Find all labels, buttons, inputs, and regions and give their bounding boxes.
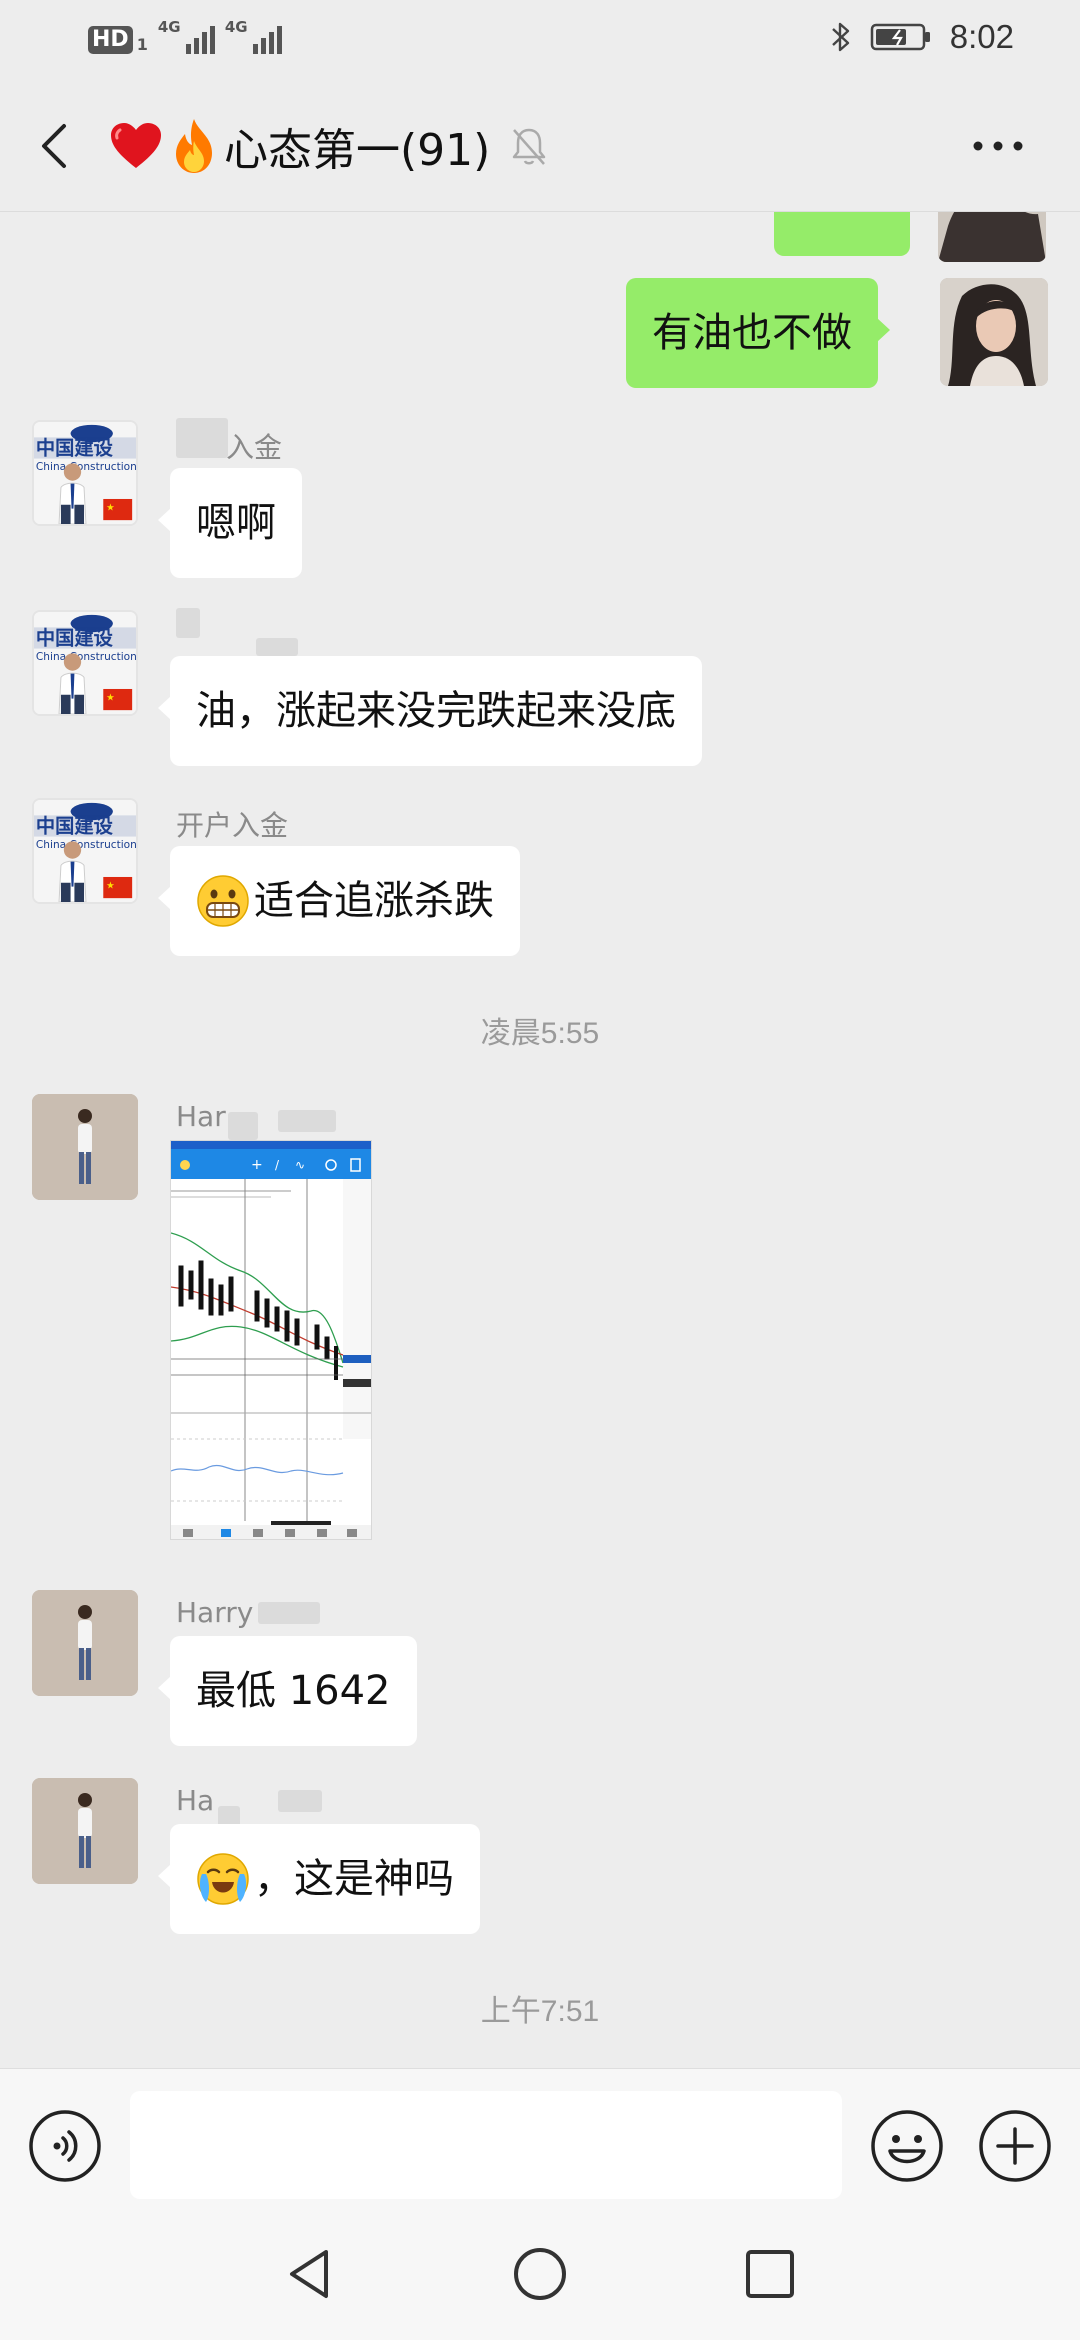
message-list[interactable]: 有油也不做 中国建设 China Construction ★ 入金 嗯啊 中国… [0, 212, 1080, 2068]
hd-sim-index: 1 [136, 35, 148, 54]
status-bar: HD 1 4G 4G 8:02 [0, 0, 1080, 78]
bell-off-icon [512, 128, 546, 165]
avatar-bank-user[interactable]: 中国建设 China Construction ★ [32, 610, 138, 716]
message-text: 嗯啊 [196, 500, 276, 546]
grimacing-face-icon [197, 875, 249, 927]
hd-badge: HD [88, 26, 133, 54]
battery-charging-icon [870, 23, 930, 51]
svg-text:China Construction: China Construction [36, 651, 136, 663]
network-type-label: 4G [157, 18, 181, 36]
message-bubble-in[interactable]: 油，涨起来没完跌起来没底 [158, 656, 702, 766]
message-input[interactable] [130, 2091, 842, 2199]
sender-name: Harry [176, 1596, 254, 1629]
trading-chart-screenshot: + / ∿ [171, 1141, 371, 1539]
svg-text:中国建设: 中国建设 [36, 815, 114, 838]
chat-input-bar [0, 2068, 1080, 2204]
status-time: 8:02 [949, 18, 1014, 55]
system-nav-bar [0, 2204, 1080, 2340]
signal-icon-2: 4G [224, 18, 282, 54]
nav-recent-icon[interactable] [740, 2244, 800, 2304]
message-text: 适合追涨杀跌 [254, 878, 494, 924]
fire-icon [176, 119, 212, 173]
message-text: 油，涨起来没完跌起来没底 [196, 688, 676, 734]
red-heart-icon [111, 123, 161, 168]
svg-text:+: + [251, 1157, 263, 1173]
bluetooth-icon [831, 22, 849, 52]
message-bubble-in[interactable]: ，这是神吗 [158, 1824, 480, 1934]
status-right: 8:02 [830, 18, 1014, 56]
nav-home-icon[interactable] [510, 2244, 570, 2304]
chat-title: 心态第一(91) [108, 114, 490, 178]
redacted-name-patch [176, 608, 200, 638]
time-separator: 凌晨5:55 [480, 1017, 600, 1050]
avatar-self-partial[interactable] [938, 212, 1046, 262]
redacted-name-patch [176, 418, 228, 458]
redacted-name-patch [258, 1602, 320, 1624]
loudly-crying-face-icon [197, 1853, 249, 1905]
svg-text:中国建设: 中国建设 [36, 437, 114, 460]
image-message-trading-chart[interactable]: + / ∿ [170, 1140, 372, 1540]
more-dots-icon[interactable] [968, 134, 1028, 158]
nav-back-icon[interactable] [280, 2244, 340, 2304]
avatar-photo [32, 1778, 138, 1884]
redacted-name-patch [256, 638, 298, 656]
chat-title-text: 心态第一(91) [224, 125, 491, 176]
message-bubble-out-partial[interactable] [774, 212, 910, 256]
emoji-face-icon[interactable] [870, 2109, 944, 2183]
message-bubble-out[interactable]: 有油也不做 [626, 278, 890, 388]
svg-text:China Construction: China Construction [36, 461, 136, 473]
message-bubble-in[interactable]: 嗯啊 [158, 468, 302, 578]
message-bubble-in[interactable]: 适合追涨杀跌 [158, 846, 520, 956]
avatar-bank-user[interactable]: 中国建设 China Construction ★ [32, 798, 138, 904]
network-type-label-2: 4G [224, 18, 248, 36]
plus-circle-icon[interactable] [978, 2109, 1052, 2183]
svg-text:China Construction: China Construction [36, 839, 136, 851]
sender-name: 入金 [226, 431, 283, 464]
svg-text:★: ★ [106, 693, 115, 704]
message-text: 有油也不做 [652, 310, 852, 356]
chat-header: 心态第一(91) [0, 78, 1080, 212]
time-separator: 上午7:51 [480, 1995, 600, 2028]
redacted-name-patch [278, 1790, 322, 1812]
avatar-self[interactable] [940, 278, 1048, 386]
voice-icon[interactable] [28, 2109, 102, 2183]
avatar-photo [32, 1590, 138, 1696]
chevron-left-icon[interactable] [30, 116, 80, 176]
message-text: 最低 1642 [196, 1668, 391, 1714]
avatar-photo [32, 1094, 138, 1200]
svg-text:∿: ∿ [295, 1158, 305, 1172]
avatar-photo: 中国建设 China Construction ★ [34, 612, 136, 714]
avatar-harry[interactable] [32, 1778, 138, 1884]
avatar-photo [940, 278, 1048, 386]
avatar-harry[interactable] [32, 1094, 138, 1200]
message-bubble-in[interactable]: 最低 1642 [158, 1636, 417, 1746]
avatar-bank-user[interactable]: 中国建设 China Construction ★ [32, 420, 138, 526]
avatar-photo: 中国建设 China Construction ★ [34, 800, 136, 902]
signal-icon: 4G [157, 18, 215, 54]
svg-text:★: ★ [106, 503, 115, 514]
avatar-photo: 中国建设 China Construction ★ [34, 422, 136, 524]
svg-text:★: ★ [106, 881, 115, 892]
sender-name: Ha [176, 1784, 215, 1817]
redacted-name-patch [228, 1112, 258, 1140]
message-text: ，这是神吗 [254, 1856, 454, 1902]
avatar-harry[interactable] [32, 1590, 138, 1696]
sender-name: 开户入金 [176, 809, 289, 842]
status-left: HD 1 4G 4G [88, 18, 282, 54]
sender-name: Har [176, 1100, 226, 1133]
svg-text:中国建设: 中国建设 [36, 627, 114, 650]
redacted-name-patch [278, 1110, 336, 1132]
